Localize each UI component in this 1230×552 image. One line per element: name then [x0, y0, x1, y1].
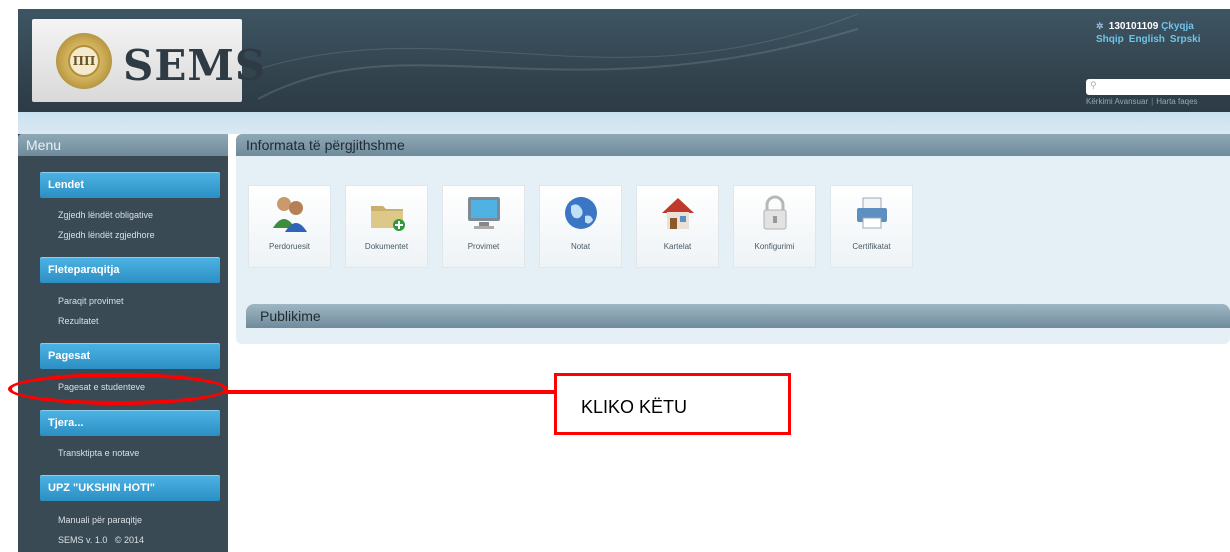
tile-label: Perdoruesit — [269, 242, 310, 251]
folder-add-icon — [346, 194, 427, 242]
lock-icon — [734, 194, 815, 242]
callout-connector-line — [224, 390, 556, 394]
tile-provimet[interactable]: Provimet — [442, 185, 525, 268]
section-tjera-button[interactable]: Tjera... — [40, 410, 220, 436]
search-links: Kërkimi Avansuar | Harta faqes — [1086, 97, 1198, 106]
menu-item-manuali[interactable]: Manuali për paraqitje — [58, 515, 142, 525]
users-icon — [249, 194, 330, 242]
publications-title: Publikime — [246, 304, 1230, 328]
monitor-icon — [443, 194, 524, 242]
university-seal-icon: ΠΠ — [56, 33, 112, 89]
tile-certifikatat[interactable]: Certifikatat — [830, 185, 913, 268]
callout-box: KLIKO KËTU — [554, 373, 791, 435]
user-line: ✲ 130101109 Çkyqja — [1096, 21, 1216, 32]
tile-label: Provimet — [467, 242, 500, 251]
app-window: ΠΠ SEMS ✲ 130101109 Çkyqja Shqip English S… — [0, 0, 1230, 552]
tile-konfigurimi[interactable]: Konfigurimi — [733, 185, 816, 268]
user-block: ✲ 130101109 Çkyqja Shqip English Srpski — [1096, 21, 1216, 45]
home-icon — [637, 194, 718, 242]
tile-notat[interactable]: Notat — [539, 185, 622, 268]
search-icon: ⚲ — [1090, 80, 1097, 90]
logo[interactable]: ΠΠ SEMS — [32, 19, 265, 102]
search-input[interactable]: ⚲ — [1086, 79, 1230, 95]
tile-label: Notat — [570, 242, 591, 251]
header-band — [18, 112, 1230, 134]
section-upz-button[interactable]: UPZ "UKSHIN HOTI" — [40, 475, 220, 501]
tile-label: Kartelat — [663, 242, 692, 251]
menu-item-rezultatet[interactable]: Rezultatet — [58, 316, 99, 326]
menu-title: Menu — [18, 134, 228, 156]
language-switcher: Shqip English Srpski — [1096, 34, 1216, 45]
advanced-search-link[interactable]: Kërkimi Avansuar — [1086, 97, 1148, 106]
lang-shqip-link[interactable]: Shqip — [1096, 34, 1124, 45]
lang-english-link[interactable]: English — [1129, 34, 1165, 45]
menu-item-zgjedhore[interactable]: Zgjedh lëndët zgjedhore — [58, 230, 155, 240]
highlight-ellipse — [8, 373, 228, 405]
logo-text: SEMS — [123, 41, 267, 90]
separator: | — [1151, 97, 1154, 106]
tile-perdoruesit[interactable]: Perdoruesit — [248, 185, 331, 268]
section-fleteparaqitja-button[interactable]: Fleteparaqitja — [40, 257, 220, 283]
sitemap-link[interactable]: Harta faqes — [1156, 97, 1197, 106]
menu-item-paraqit-provimet[interactable]: Paraqit provimet — [58, 296, 124, 306]
user-id: 130101109 — [1108, 21, 1159, 32]
version-text: SEMS v. 1.0 © 2014 — [58, 535, 145, 545]
lang-srpski-link[interactable]: Srpski — [1170, 34, 1201, 45]
printer-icon — [831, 194, 912, 242]
header-swirl-decoration — [258, 13, 858, 100]
main-panel: Informata të përgjithshme Perdoruesit Do… — [236, 134, 1230, 344]
section-pagesat-button[interactable]: Pagesat — [40, 343, 220, 369]
tile-label: Certifikatat — [852, 242, 891, 251]
menu-item-transkripta[interactable]: Transktipta e notave — [58, 448, 139, 458]
menu-item-obligative[interactable]: Zgjedh lëndët obligative — [58, 210, 153, 220]
main-title: Informata të përgjithshme — [236, 134, 1230, 156]
globe-icon — [540, 194, 621, 242]
logout-link[interactable]: Çkyqja — [1161, 21, 1194, 32]
tile-dokumentet[interactable]: Dokumentet — [345, 185, 428, 268]
sidebar: Menu Lendet Zgjedh lëndët obligative Zgj… — [18, 134, 228, 552]
tile-label: Dokumentet — [364, 242, 409, 251]
tile-kartelat[interactable]: Kartelat — [636, 185, 719, 268]
header: ΠΠ SEMS ✲ 130101109 Çkyqja Shqip English S… — [18, 9, 1230, 112]
user-icon: ✲ — [1096, 21, 1104, 31]
section-lendet-button[interactable]: Lendet — [40, 172, 220, 198]
tile-label: Konfigurimi — [754, 242, 795, 251]
